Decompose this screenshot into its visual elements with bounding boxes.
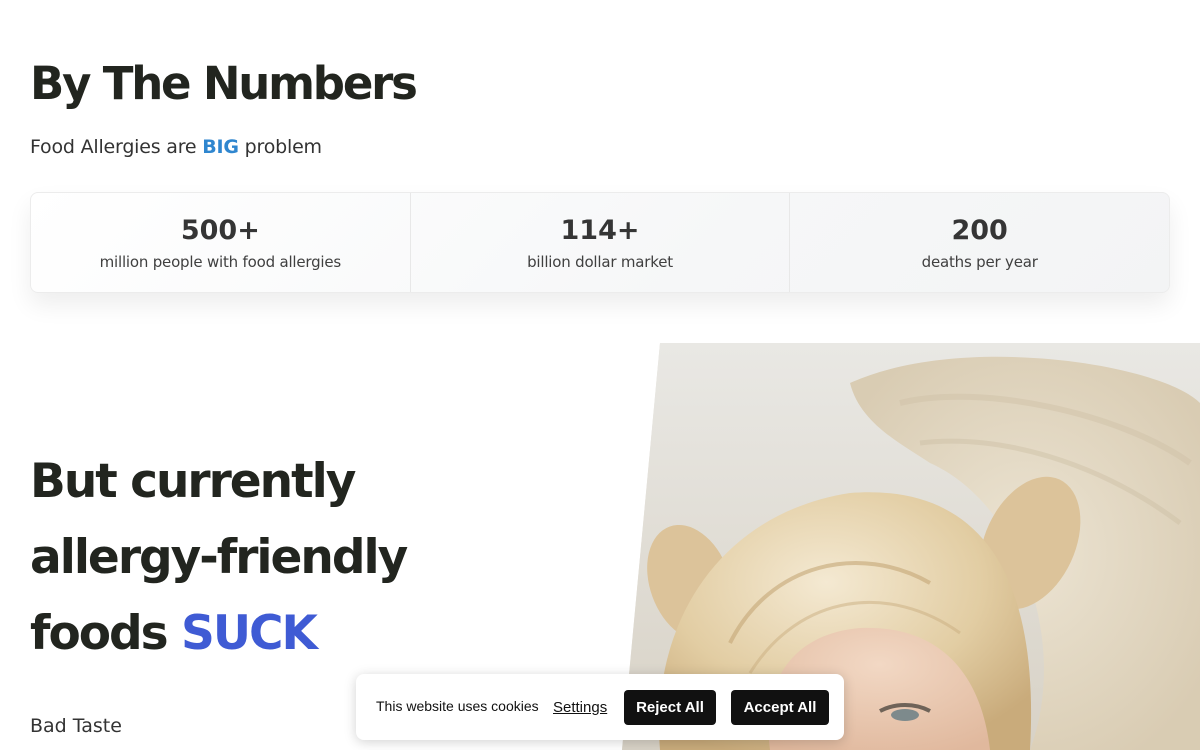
subtitle-text: Food Allergies are <box>30 136 203 158</box>
accept-all-button[interactable]: Accept All <box>731 690 829 725</box>
stat-label: million people with food allergies <box>99 253 342 271</box>
problem-item: Bad Taste <box>30 715 122 737</box>
hero-line: foods <box>30 606 182 661</box>
hero-heading: But currently allergy-friendly foods SUCK <box>30 444 590 672</box>
stat-value: 114+ <box>560 215 640 246</box>
stat-label: deaths per year <box>921 253 1038 271</box>
stat-deaths: 200 deaths per year <box>790 193 1169 292</box>
cookie-message: This website uses cookies <box>376 698 539 714</box>
cookie-settings-link[interactable]: Settings <box>553 699 607 716</box>
stats-card: 500+ million people with food allergies … <box>30 192 1170 293</box>
cookie-banner: This website uses cookies Settings Rejec… <box>356 674 844 740</box>
stat-label: billion dollar market <box>527 253 673 271</box>
stat-market: 114+ billion dollar market <box>411 193 791 292</box>
subtitle-text-end: problem <box>238 136 322 158</box>
hero-line: But currently <box>30 454 356 509</box>
section-title: By The Numbers <box>30 57 418 110</box>
hero-highlight: SUCK <box>181 606 318 661</box>
reject-all-button[interactable]: Reject All <box>624 690 716 725</box>
stat-people: 500+ million people with food allergies <box>31 193 411 292</box>
section-subtitle: Food Allergies are BIG problem <box>30 134 322 160</box>
subtitle-highlight: BIG <box>202 136 239 158</box>
stat-value: 200 <box>951 215 1008 246</box>
stat-value: 500+ <box>180 215 260 246</box>
hero-line: allergy-friendly <box>30 530 408 585</box>
